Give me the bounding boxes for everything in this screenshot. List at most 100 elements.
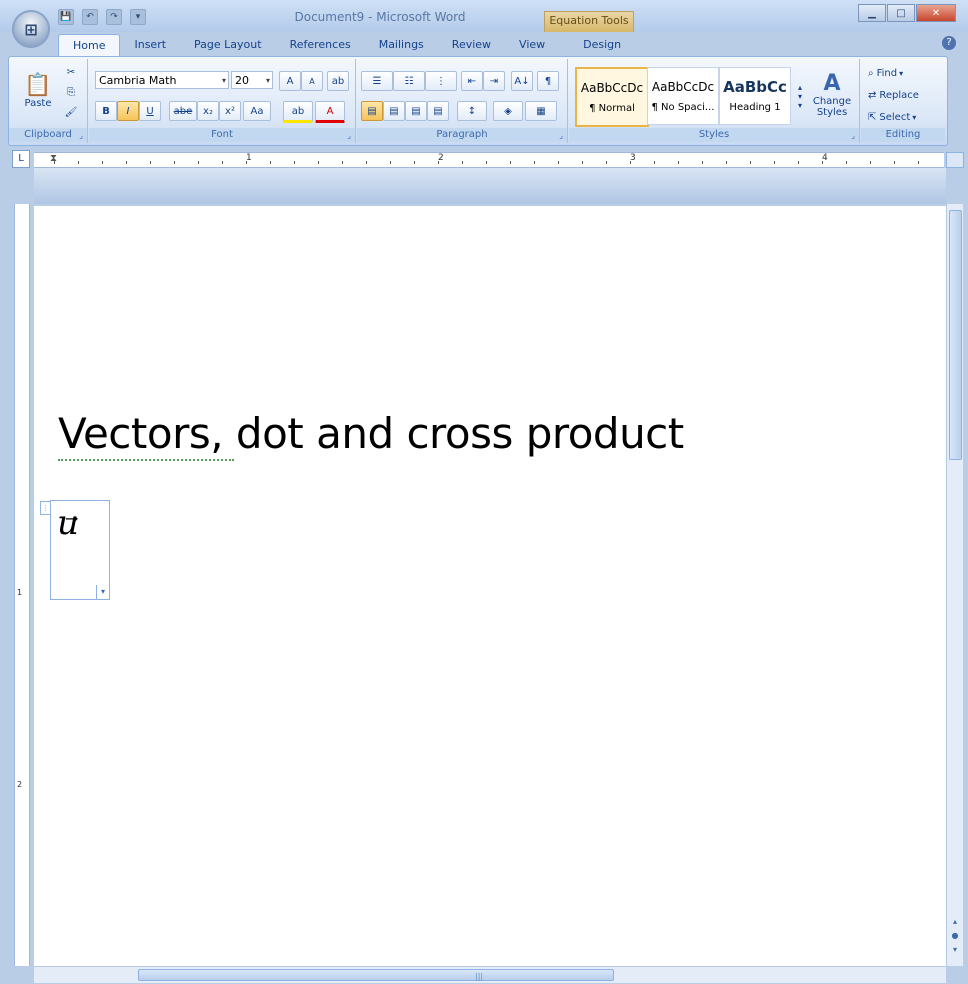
clipboard-icon: 📋 xyxy=(24,73,52,98)
chevron-down-icon: ▾ xyxy=(899,68,904,78)
bold-button[interactable]: B xyxy=(95,101,117,121)
tab-insert[interactable]: Insert xyxy=(120,34,180,56)
font-size-field[interactable]: 20 ▾ xyxy=(231,71,273,89)
font-name-field[interactable]: Cambria Math ▾ xyxy=(95,71,229,89)
align-left-icon[interactable]: ▤ xyxy=(361,101,383,121)
change-styles-icon: A xyxy=(823,70,841,96)
font-launcher-icon[interactable]: ⌟ xyxy=(347,131,351,140)
italic-button[interactable]: I xyxy=(117,101,139,121)
redo-icon[interactable]: ↷ xyxy=(106,9,122,25)
underline-button[interactable]: U xyxy=(139,101,161,121)
style-normal[interactable]: AaBbCcDc ¶ Normal xyxy=(575,67,649,127)
ruler-tick xyxy=(270,161,271,164)
format-painter-icon[interactable]: 🖌 xyxy=(61,103,81,121)
browse-object-icon[interactable]: ● xyxy=(949,930,961,942)
styles-launcher-icon[interactable]: ⌟ xyxy=(851,131,855,140)
grow-font-button[interactable]: A xyxy=(279,71,301,91)
equation-container[interactable]: ⋮ → u ▾ xyxy=(40,500,110,600)
ruler-tick xyxy=(318,161,319,164)
ruler-tick xyxy=(462,161,463,164)
equation-content[interactable]: → u xyxy=(57,503,79,543)
justify-icon[interactable]: ▤ xyxy=(427,101,449,121)
tab-view[interactable]: View xyxy=(505,34,559,56)
find-button[interactable]: ⌕ Find ▾ xyxy=(867,63,941,83)
vertical-scroll-thumb[interactable] xyxy=(949,210,962,460)
ruler-tick xyxy=(702,161,703,164)
ruler-tick xyxy=(510,161,511,164)
clear-formatting-button[interactable]: ab xyxy=(327,71,349,91)
line-spacing-icon[interactable]: ↕ xyxy=(457,101,487,121)
ruler-tick xyxy=(846,161,847,164)
equation-handle-icon[interactable]: ⋮ xyxy=(40,501,51,515)
subscript-button[interactable]: x₂ xyxy=(197,101,219,121)
shrink-font-button[interactable]: A xyxy=(301,71,323,91)
scroll-down-icon[interactable]: ▾ xyxy=(949,944,961,956)
paragraph-launcher-icon[interactable]: ⌟ xyxy=(559,131,563,140)
ruler-number: 2 xyxy=(17,780,23,789)
superscript-button[interactable]: x² xyxy=(219,101,241,121)
horizontal-scrollbar[interactable]: ||| xyxy=(34,966,946,983)
font-color-button[interactable]: A xyxy=(315,101,345,123)
ruler-tick xyxy=(534,161,535,164)
tab-home[interactable]: Home xyxy=(58,34,121,57)
sort-button[interactable]: A↓ xyxy=(511,71,533,91)
close-button[interactable]: ✕ xyxy=(916,4,956,22)
customize-qat-icon[interactable]: ▾ xyxy=(130,9,146,25)
paragraph-label: Paragraph xyxy=(357,128,567,142)
quick-access-toolbar: 💾 ↶ ↷ ▾ xyxy=(58,9,146,25)
align-center-icon[interactable]: ▤ xyxy=(383,101,405,121)
horizontal-ruler[interactable]: 1 2 3 4 ⧗ xyxy=(34,152,944,168)
align-right-icon[interactable]: ▤ xyxy=(405,101,427,121)
change-styles-button[interactable]: A Change Styles xyxy=(809,63,855,125)
vertical-scrollbar[interactable]: ▴ ● ▾ xyxy=(946,204,963,966)
office-button[interactable]: ⊞ xyxy=(12,10,50,48)
vertical-ruler[interactable]: 1 2 xyxy=(14,204,30,966)
shading-icon[interactable]: ◈ xyxy=(493,101,523,121)
select-button[interactable]: ⇱ Select ▾ xyxy=(867,107,941,127)
undo-icon[interactable]: ↶ xyxy=(82,9,98,25)
ruler-tick xyxy=(246,161,247,164)
ribbon-tabs: Home Insert Page Layout References Maili… xyxy=(58,34,635,57)
maximize-button[interactable]: □ xyxy=(887,4,915,22)
document-page[interactable]: Vectors, dot and cross product ⋮ → u ▾ xyxy=(34,206,946,966)
help-icon[interactable]: ? xyxy=(942,36,956,50)
ruler-tick xyxy=(414,161,415,164)
decrease-indent-icon[interactable]: ⇤ xyxy=(461,71,483,91)
multilevel-list-icon[interactable]: ⋮ xyxy=(425,71,457,91)
tab-selector-button[interactable]: L xyxy=(12,150,30,168)
change-case-button[interactable]: Aa xyxy=(243,101,271,121)
clipboard-launcher-icon[interactable]: ⌟ xyxy=(79,131,83,140)
tab-design[interactable]: Design xyxy=(569,34,635,56)
view-ruler-button[interactable] xyxy=(946,152,964,168)
equation-options-icon[interactable]: ▾ xyxy=(96,585,109,599)
borders-icon[interactable]: ▦ xyxy=(525,101,557,121)
copy-icon[interactable]: ⎘ xyxy=(61,83,81,101)
horizontal-scroll-thumb[interactable]: ||| xyxy=(138,969,614,981)
styles-scroll[interactable]: ▴ ▾ ▾ xyxy=(793,67,807,125)
minimize-button[interactable]: ▁ xyxy=(858,4,886,22)
style-no-spacing[interactable]: AaBbCcDc ¶ No Spaci... xyxy=(647,67,719,125)
tab-review[interactable]: Review xyxy=(438,34,505,56)
tab-references[interactable]: References xyxy=(276,34,365,56)
bullets-icon[interactable]: ☰ xyxy=(361,71,393,91)
office-logo-icon: ⊞ xyxy=(24,19,38,39)
increase-indent-icon[interactable]: ⇥ xyxy=(483,71,505,91)
strikethrough-button[interactable]: abe xyxy=(169,101,197,121)
style-heading-1[interactable]: AaBbCc Heading 1 xyxy=(719,67,791,125)
ruler-tick xyxy=(654,161,655,164)
ruler-tick xyxy=(630,161,631,164)
numbering-icon[interactable]: ☷ xyxy=(393,71,425,91)
tab-page-layout[interactable]: Page Layout xyxy=(180,34,276,56)
ruler-tick xyxy=(174,161,175,164)
document-heading[interactable]: Vectors, dot and cross product xyxy=(58,409,684,458)
replace-button[interactable]: ⇄ Replace xyxy=(867,85,941,105)
highlight-button[interactable]: ab xyxy=(283,101,313,123)
paste-button[interactable]: 📋 Paste xyxy=(17,63,59,119)
scroll-up-icon[interactable]: ▴ xyxy=(949,916,961,928)
show-marks-button[interactable]: ¶ xyxy=(537,71,559,91)
styles-label: Styles xyxy=(569,128,859,142)
tab-mailings[interactable]: Mailings xyxy=(365,34,438,56)
cut-icon[interactable]: ✂ xyxy=(61,63,81,81)
spelling-underline xyxy=(58,456,234,461)
save-icon[interactable]: 💾 xyxy=(58,9,74,25)
